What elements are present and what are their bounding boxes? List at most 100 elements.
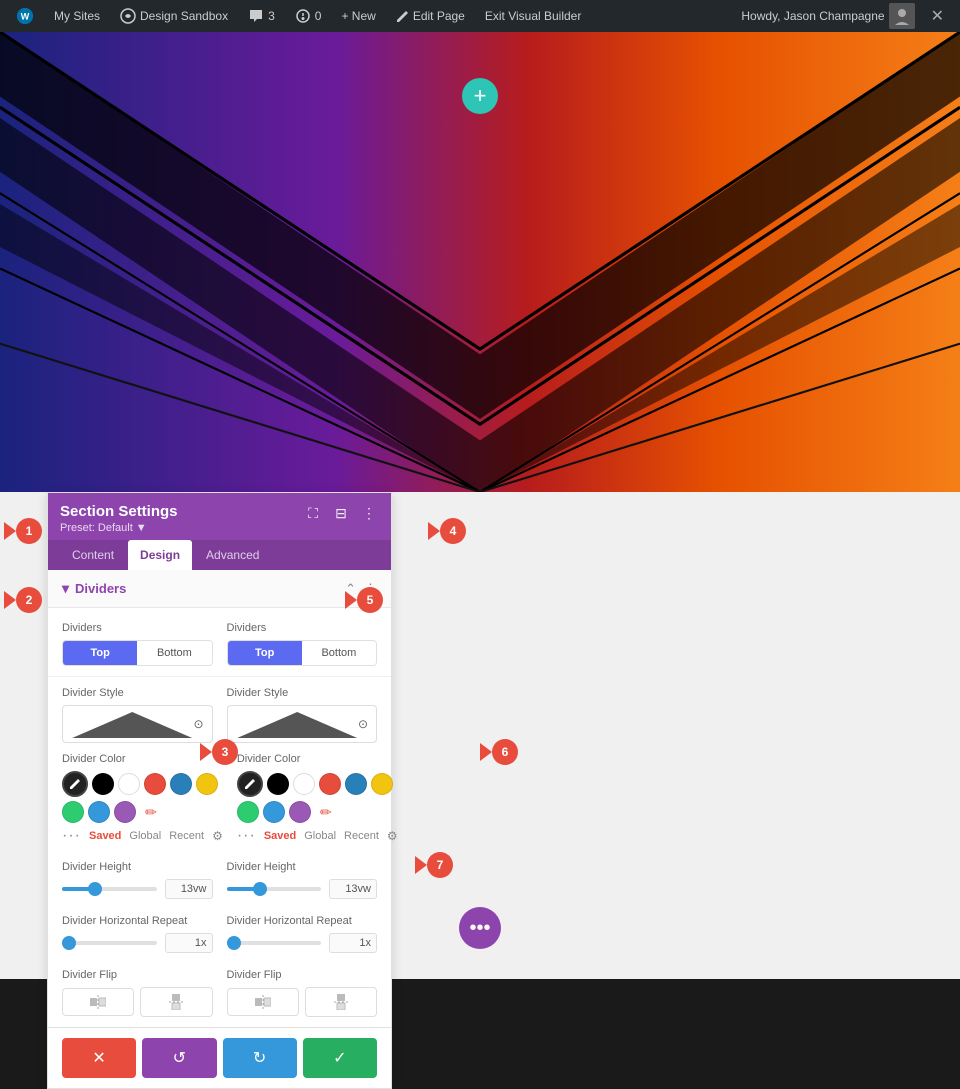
fullscreen-icon[interactable]: ⛶ — [303, 503, 323, 523]
left-flip-row — [62, 987, 213, 1017]
right-style-col: Divider Style ⊙ — [227, 687, 378, 743]
float-more-button[interactable]: ••• — [459, 907, 501, 949]
updates-item[interactable]: 0 — [287, 0, 330, 32]
right-top-btn[interactable]: Top — [228, 641, 302, 665]
tab-advanced[interactable]: Advanced — [194, 540, 271, 570]
left-repeat-value[interactable]: 1x — [165, 933, 213, 953]
left-repeat-thumb[interactable] — [62, 936, 76, 950]
right-color-yellow[interactable] — [371, 773, 393, 795]
right-color-pen[interactable] — [237, 771, 263, 797]
left-repeat-label: Divider Horizontal Repeat — [62, 915, 213, 927]
left-bottom-btn[interactable]: Bottom — [137, 641, 211, 665]
right-divider-col: Dividers Top Bottom — [227, 622, 378, 676]
right-color-meta: ··· Saved Global Recent ⚙ — [237, 827, 398, 845]
left-flip-col: Divider Flip — [62, 969, 213, 1017]
right-repeat-slider: 1x — [227, 933, 378, 953]
design-sandbox-item[interactable]: Design Sandbox — [112, 0, 236, 32]
left-color-purple[interactable] — [114, 801, 136, 823]
right-style-preview — [236, 710, 358, 738]
right-height-track[interactable] — [227, 887, 322, 891]
edit-page-item[interactable]: Edit Page — [388, 0, 473, 32]
more-icon[interactable]: ⋮ — [359, 503, 379, 523]
redo-button[interactable]: ↻ — [223, 1038, 297, 1078]
tab-design[interactable]: Design — [128, 540, 192, 570]
annotation-5: 5 — [345, 587, 383, 613]
right-color-label: Divider Color — [237, 753, 398, 765]
panel-title-group: Section Settings Preset: Default ▼ — [60, 503, 178, 534]
left-height-track[interactable] — [62, 887, 157, 891]
left-height-col: Divider Height 13vw — [62, 861, 213, 907]
right-color-blue[interactable] — [345, 773, 367, 795]
right-color-col: Divider Color ✏ ··· — [237, 753, 398, 853]
cancel-button[interactable]: ✕ — [62, 1038, 136, 1078]
add-section-button[interactable]: + — [462, 78, 498, 114]
left-height-value[interactable]: 13vw — [165, 879, 213, 899]
annotation-badge-1: 1 — [16, 518, 42, 544]
left-style-arrow: ⊙ — [193, 717, 203, 731]
left-color-row: ✏ — [62, 771, 223, 823]
save-button[interactable]: ✓ — [303, 1038, 377, 1078]
right-repeat-value[interactable]: 1x — [329, 933, 377, 953]
right-flip-h-btn[interactable] — [227, 988, 299, 1016]
left-color-lightblue[interactable] — [88, 801, 110, 823]
my-sites-item[interactable]: My Sites — [46, 0, 108, 32]
annotation-2: 2 — [4, 587, 42, 613]
user-greeting[interactable]: Howdy, Jason Champagne — [733, 0, 922, 32]
left-color-white[interactable] — [118, 773, 140, 795]
left-color-blue[interactable] — [170, 773, 192, 795]
panel-header-icons: ⛶ ⊟ ⋮ — [303, 503, 379, 523]
new-item[interactable]: + New — [333, 0, 383, 32]
right-style-label: Divider Style — [227, 687, 378, 699]
right-height-value[interactable]: 13vw — [329, 879, 377, 899]
right-color-black[interactable] — [267, 773, 289, 795]
right-color-edit[interactable]: ✏ — [315, 801, 337, 823]
right-color-lightblue[interactable] — [263, 801, 285, 823]
undo-button[interactable]: ↺ — [142, 1038, 216, 1078]
left-divider-col: Dividers Top Bottom — [62, 622, 213, 676]
left-style-preview — [71, 710, 193, 738]
right-color-green[interactable] — [237, 801, 259, 823]
left-style-label: Divider Style — [62, 687, 213, 699]
left-color-gear-icon[interactable]: ⚙ — [212, 829, 223, 843]
left-color-green[interactable] — [62, 801, 84, 823]
left-color-red[interactable] — [144, 773, 166, 795]
left-repeat-col: Divider Horizontal Repeat 1x — [62, 915, 213, 961]
close-bar-item[interactable]: ✕ — [923, 0, 952, 32]
left-height-thumb[interactable] — [88, 882, 102, 896]
right-flip-v-btn[interactable] — [305, 987, 377, 1017]
right-top-bottom-toggle: Top Bottom — [227, 640, 378, 666]
comments-item[interactable]: 3 — [240, 0, 283, 32]
exit-visual-builder-item[interactable]: Exit Visual Builder — [477, 0, 590, 32]
annotation-1: 1 — [4, 518, 42, 544]
left-color-edit[interactable]: ✏ — [140, 801, 162, 823]
left-flip-h-btn[interactable] — [62, 988, 134, 1016]
left-color-yellow[interactable] — [196, 773, 218, 795]
right-flip-col: Divider Flip — [227, 969, 378, 1017]
tab-content[interactable]: Content — [60, 540, 126, 570]
wp-logo-item[interactable]: W — [8, 0, 42, 32]
right-color-white[interactable] — [293, 773, 315, 795]
right-color-gear-icon[interactable]: ⚙ — [387, 829, 398, 843]
right-color-purple[interactable] — [289, 801, 311, 823]
right-height-thumb[interactable] — [253, 882, 267, 896]
right-repeat-track[interactable] — [227, 941, 322, 945]
annotation-badge-3: 3 — [212, 739, 238, 765]
right-style-arrow: ⊙ — [358, 717, 368, 731]
right-repeat-col: Divider Horizontal Repeat 1x — [227, 915, 378, 961]
right-repeat-label: Divider Horizontal Repeat — [227, 915, 378, 927]
right-style-select[interactable]: ⊙ — [227, 705, 378, 743]
right-repeat-thumb[interactable] — [227, 936, 241, 950]
left-top-bottom-toggle: Top Bottom — [62, 640, 213, 666]
left-flip-v-btn[interactable] — [140, 987, 212, 1017]
left-color-pen[interactable] — [62, 771, 88, 797]
left-color-black[interactable] — [92, 773, 114, 795]
annotation-badge-5: 5 — [357, 587, 383, 613]
left-repeat-track[interactable] — [62, 941, 157, 945]
left-top-btn[interactable]: Top — [63, 641, 137, 665]
left-style-select[interactable]: ⊙ — [62, 705, 213, 743]
columns-icon[interactable]: ⊟ — [331, 503, 351, 523]
left-flip-label: Divider Flip — [62, 969, 213, 981]
right-bottom-btn[interactable]: Bottom — [302, 641, 376, 665]
svg-text:W: W — [21, 12, 30, 22]
right-color-red[interactable] — [319, 773, 341, 795]
